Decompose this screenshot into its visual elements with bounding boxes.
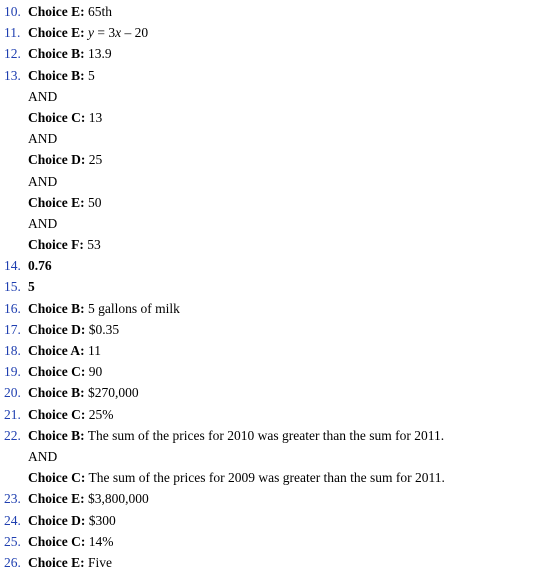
answer-line: 26. Choice E: Five — [4, 552, 550, 573]
answer-number: 20. — [4, 385, 21, 401]
answer-number: 23. — [4, 491, 21, 507]
and-text: AND — [28, 88, 58, 104]
answer-line: 10. Choice E: 65th — [4, 1, 550, 22]
equation-text: = 3 — [94, 25, 116, 41]
choice-label: Choice E: — [28, 25, 85, 41]
answer-line: 18. Choice A: 11 — [4, 340, 550, 361]
answer-number: 10. — [4, 4, 21, 19]
choice-label: Choice C: — [28, 533, 86, 549]
answer-key: 10. Choice E: 65th 11. Choice E: y = 3x – … — [0, 0, 550, 573]
choice-label: Choice B: — [28, 67, 85, 83]
answer-value: $3,800,000 — [88, 491, 149, 507]
choice-label: Choice B: — [28, 46, 85, 62]
answer-number: 22. — [4, 427, 21, 443]
answer-value: 13 — [88, 109, 103, 125]
answer-value: The sum of the prices for 2010 was great… — [87, 427, 445, 443]
and-text: AND — [28, 448, 58, 464]
answer-line: 14. 0.76 — [4, 255, 550, 276]
choice-label: Choice D: — [28, 152, 86, 168]
answer-number: 13. — [4, 67, 21, 83]
answer-line: Choice F: 53 — [4, 234, 550, 255]
choice-label: Choice E: — [28, 554, 85, 570]
choice-label: Choice B: — [28, 385, 85, 401]
answer-line: 25. Choice C: 14% — [4, 531, 550, 552]
answer-number: 16. — [4, 300, 21, 316]
and-line: AND — [4, 446, 550, 467]
answer-value: 5 — [28, 279, 35, 295]
answer-line: 12. Choice B: 13.9 — [4, 43, 550, 64]
choice-label: Choice C: — [28, 470, 86, 486]
answer-line: 19. Choice C: 90 — [4, 361, 550, 382]
answer-line: 15. 5 — [4, 276, 550, 297]
answer-line: 17. Choice D: $0.35 — [4, 319, 550, 340]
answer-line: Choice E: 50 — [4, 192, 550, 213]
answer-value: 5 — [88, 67, 95, 83]
and-line: AND — [4, 213, 550, 234]
and-text: AND — [28, 215, 58, 231]
answer-line: 23. Choice E: $3,800,000 — [4, 488, 550, 509]
choice-label: Choice E: — [28, 491, 85, 507]
answer-number: 11. — [4, 25, 21, 41]
answer-line: Choice C: 13 — [4, 107, 550, 128]
answer-line: 21. Choice C: 25% — [4, 404, 550, 425]
answer-value: 65th — [88, 4, 113, 19]
answer-line: 20. Choice B: $270,000 — [4, 382, 550, 403]
answer-value: The sum of the prices for 2009 was great… — [88, 470, 445, 486]
answer-line: 16. Choice B: 5 gallons of milk — [4, 298, 550, 319]
answer-value: 0.76 — [28, 258, 52, 274]
and-line: AND — [4, 86, 550, 107]
choice-label: Choice E: — [28, 4, 85, 19]
choice-label: Choice C: — [28, 406, 86, 422]
choice-label: Choice A: — [28, 343, 85, 358]
answer-value: 50 — [88, 194, 102, 210]
answer-value: $0.35 — [88, 321, 120, 337]
answer-line: 24. Choice D: $300 — [4, 510, 550, 531]
answer-value: 90 — [88, 364, 103, 380]
answer-line: Choice C: The sum of the prices for 2009… — [4, 467, 550, 488]
answer-value: 13.9 — [88, 46, 112, 62]
answer-number: 17. — [4, 321, 21, 337]
answer-number: 24. — [4, 512, 21, 528]
and-text: AND — [28, 131, 58, 147]
answer-line: 11. Choice E: y = 3x – 20 — [4, 22, 550, 43]
answer-value: 14% — [88, 533, 114, 549]
answer-value: 5 gallons of milk — [88, 300, 180, 316]
answer-number: 15. — [4, 279, 21, 295]
answer-number: 25. — [4, 533, 21, 549]
and-line: AND — [4, 128, 550, 149]
answer-number: 26. — [4, 554, 21, 570]
answer-value: $300 — [88, 512, 116, 528]
choice-label: Choice E: — [28, 194, 85, 210]
choice-label: Choice D: — [28, 321, 86, 337]
choice-label: Choice B: — [28, 300, 85, 316]
choice-label: Choice F: — [28, 237, 84, 253]
answer-value: 11 — [88, 343, 101, 358]
answer-value: $270,000 — [88, 385, 139, 401]
answer-line: 22. Choice B: The sum of the prices for 2… — [4, 425, 550, 446]
answer-value: 53 — [87, 237, 101, 253]
answer-number: 14. — [4, 258, 21, 274]
choice-label: Choice C: — [28, 364, 86, 380]
answer-value: Five — [88, 554, 113, 570]
choice-label: Choice B: — [28, 427, 85, 443]
answer-line: Choice D: 25 — [4, 149, 550, 170]
and-text: AND — [28, 173, 58, 189]
answer-value: 25% — [88, 406, 114, 422]
answer-number: 21. — [4, 406, 21, 422]
answer-number: 18. — [4, 343, 21, 358]
choice-label: Choice D: — [28, 512, 86, 528]
answer-line: 13. Choice B: 5 — [4, 65, 550, 86]
answer-value: 25 — [88, 152, 103, 168]
choice-label: Choice C: — [28, 109, 86, 125]
answer-number: 12. — [4, 46, 21, 62]
answer-number: 19. — [4, 364, 21, 380]
and-line: AND — [4, 171, 550, 192]
equation-text: – 20 — [121, 25, 149, 41]
